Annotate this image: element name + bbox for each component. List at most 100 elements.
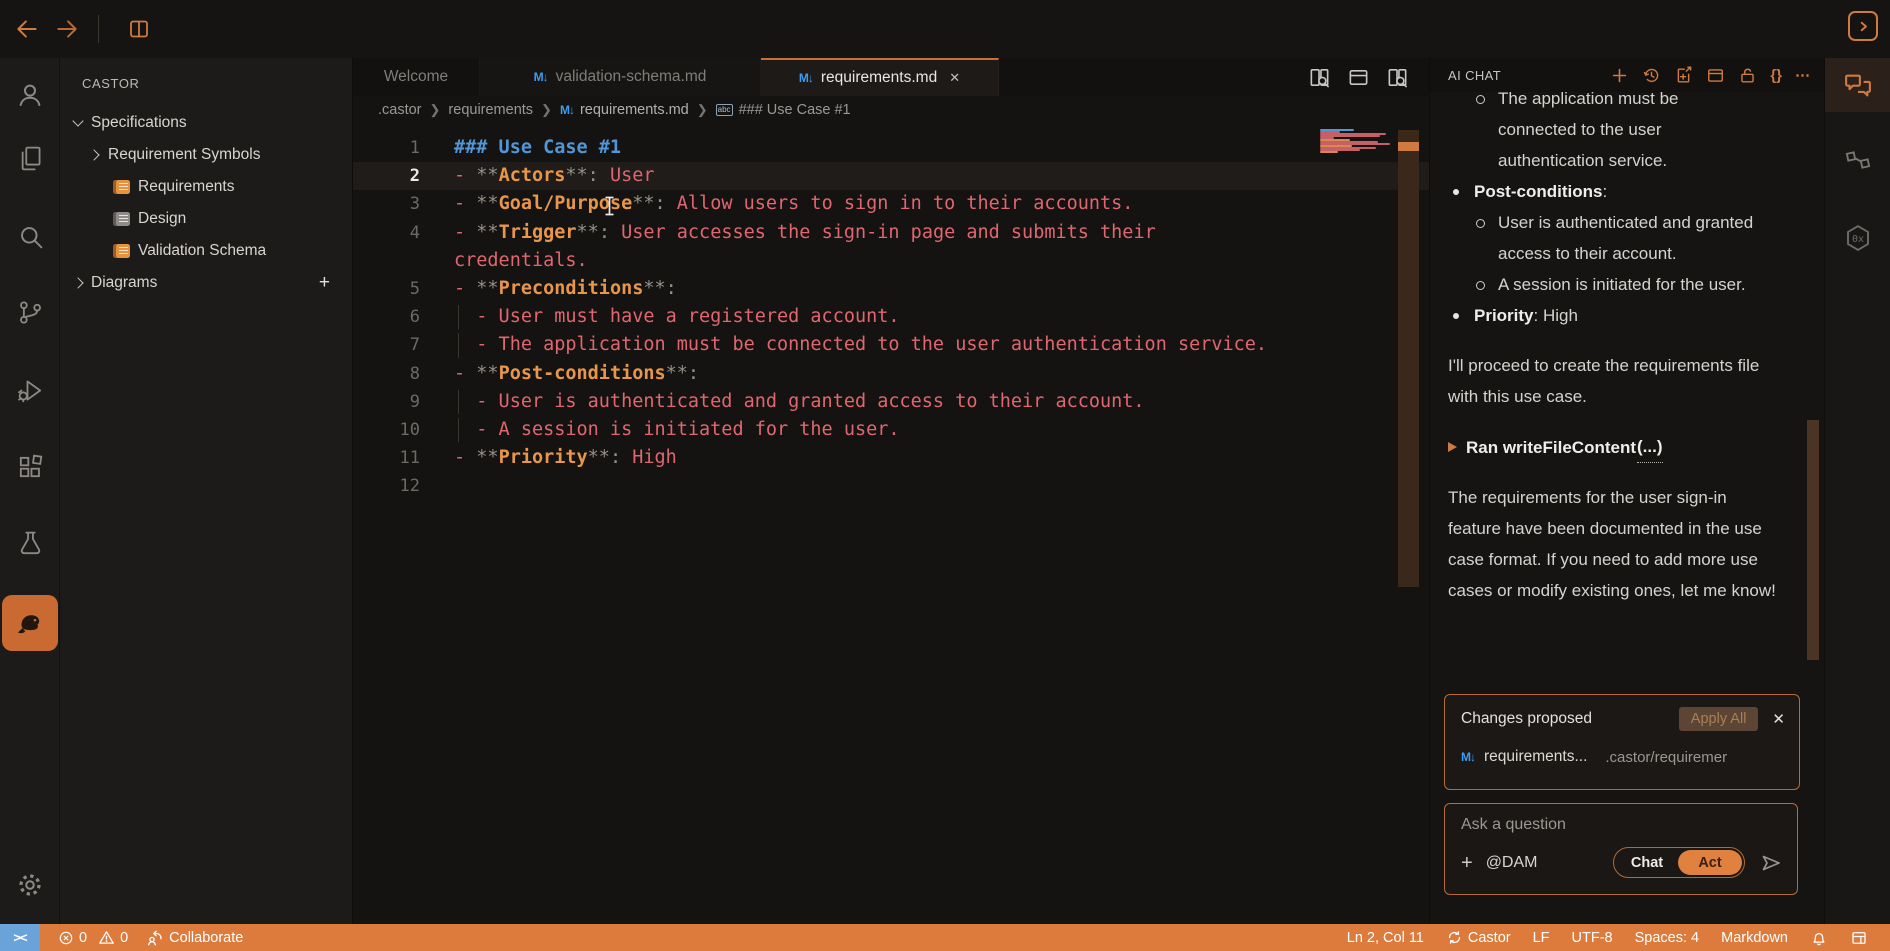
code-line[interactable]: 9 - User is authenticated and granted ac…: [353, 388, 1429, 416]
sync-icon: [1446, 929, 1463, 946]
layout-panel-icon[interactable]: [1706, 66, 1725, 85]
chat-scrollbar[interactable]: [1807, 420, 1819, 660]
code-line[interactable]: credentials.: [353, 247, 1429, 275]
changed-file-row[interactable]: M↓ requirements... .castor/requiremer: [1461, 748, 1785, 766]
back-arrow-icon[interactable]: [14, 16, 40, 42]
chat-act-toggle[interactable]: Chat Act: [1613, 847, 1745, 878]
layout-columns-icon[interactable]: [127, 17, 151, 41]
collaborate-icon: [146, 929, 164, 947]
tab-welcome[interactable]: Welcome: [353, 58, 480, 96]
workflow-icon[interactable]: [1825, 146, 1890, 174]
tree-item-specifications[interactable]: Specifications: [60, 107, 352, 139]
code-line[interactable]: 12: [353, 472, 1429, 500]
changed-file-name[interactable]: requirements...: [1484, 748, 1587, 766]
line-number: 5: [353, 275, 440, 303]
attach-plus-icon[interactable]: +: [1461, 853, 1473, 873]
encoding-indicator[interactable]: UTF-8: [1572, 930, 1613, 946]
account-icon[interactable]: [0, 80, 60, 110]
tree-item-validation-schema[interactable]: Validation Schema: [60, 235, 352, 267]
close-icon[interactable]: ✕: [1772, 710, 1785, 728]
breadcrumb-file[interactable]: M↓ requirements.md: [560, 102, 689, 118]
code-line[interactable]: 3- **Goal/Purpose**: Allow users to sign…: [353, 190, 1429, 218]
line-number: 9: [353, 388, 440, 416]
source-control-icon[interactable]: [0, 298, 60, 327]
chat-para: The requirements for the user sign-in fe…: [1448, 482, 1784, 606]
open-preview-side-icon[interactable]: [1386, 66, 1409, 89]
code-text: - **Actors**: User: [454, 162, 655, 190]
tree-item-diagrams[interactable]: Diagrams +: [60, 267, 352, 299]
settings-gear-icon[interactable]: [0, 870, 60, 900]
language-mode[interactable]: Markdown: [1721, 930, 1788, 946]
minimap[interactable]: [1320, 129, 1396, 153]
explorer-files-icon[interactable]: [0, 144, 60, 173]
problems-indicator[interactable]: 0 0: [58, 929, 128, 946]
line-number: 10: [353, 416, 440, 444]
breadcrumb-folder[interactable]: .castor: [378, 102, 422, 118]
chat-bubbles-icon[interactable]: [1825, 58, 1890, 112]
code-line[interactable]: 10 - A session is initiated for the user…: [353, 416, 1429, 444]
code-line[interactable]: 5 - **Preconditions**:: [353, 275, 1429, 303]
notifications-bell-icon[interactable]: [1810, 929, 1828, 947]
ai-chat-header: AI CHAT {} ⋯: [1430, 58, 1824, 92]
status-bar: >< 0 0 Collaborate Ln 2, Col 11 Castor L…: [0, 924, 1890, 951]
editor-scrollbar[interactable]: [1398, 130, 1419, 587]
cursor-position[interactable]: Ln 2, Col 11: [1347, 930, 1424, 946]
history-icon[interactable]: [1642, 66, 1661, 85]
code-line[interactable]: 11- **Priority**: High: [353, 444, 1429, 472]
forward-arrow-icon[interactable]: [54, 16, 80, 42]
chat-input-placeholder[interactable]: Ask a question: [1461, 816, 1783, 834]
code-line[interactable]: 1### Use Case #1: [353, 134, 1429, 162]
eol-indicator[interactable]: LF: [1533, 930, 1550, 946]
open-preview-icon[interactable]: [1308, 66, 1331, 89]
chat-tool[interactable]: Ran writeFileContent(...): [1448, 431, 1800, 463]
send-icon[interactable]: [1759, 851, 1783, 875]
panel-title: AI CHAT: [1448, 68, 1501, 83]
extensions-icon[interactable]: [0, 453, 60, 482]
code-line[interactable]: 4- **Trigger**: User accesses the sign-i…: [353, 219, 1429, 247]
remote-indicator[interactable]: ><: [0, 924, 40, 951]
run-debug-icon[interactable]: [0, 376, 60, 405]
tree-item-requirement-symbols[interactable]: Requirement Symbols: [60, 139, 352, 171]
close-tab-icon[interactable]: ✕: [949, 70, 960, 86]
castor-extension-icon[interactable]: [2, 595, 58, 651]
hex-0x-icon[interactable]: 0x: [1825, 223, 1890, 253]
chat-main: Post-conditions:: [1448, 176, 1800, 207]
sync-branch-item[interactable]: Castor: [1446, 929, 1511, 946]
mention-dam-button[interactable]: @DAM: [1486, 854, 1538, 872]
add-diagram-button[interactable]: +: [319, 272, 330, 294]
code-editor[interactable]: 1### Use Case #12- **Actors**: User3- **…: [353, 124, 1429, 924]
collaborate-button[interactable]: Collaborate: [146, 929, 243, 947]
chat-input-box[interactable]: Ask a question + @DAM Chat Act: [1444, 803, 1798, 895]
breadcrumb-symbol[interactable]: abc ### Use Case #1: [716, 102, 851, 118]
titlebar-divider: [98, 15, 99, 43]
tree-item-requirements[interactable]: Requirements: [60, 171, 352, 203]
split-editor-icon[interactable]: [1347, 66, 1370, 89]
tab-validation-schema[interactable]: M↓ validation-schema.md: [480, 58, 761, 96]
export-file-icon[interactable]: [1674, 66, 1693, 85]
code-line[interactable]: 2- **Actors**: User: [353, 162, 1429, 190]
code-line[interactable]: 7 - The application must be connected to…: [353, 331, 1429, 359]
mode-act-option[interactable]: Act: [1678, 850, 1742, 875]
testing-beaker-icon[interactable]: [0, 529, 60, 558]
tab-requirements-active[interactable]: M↓ requirements.md ✕: [761, 58, 999, 96]
tree-item-design[interactable]: Design: [60, 203, 352, 235]
mode-chat-option[interactable]: Chat: [1616, 855, 1678, 871]
more-actions-icon[interactable]: ⋯: [1795, 68, 1810, 83]
scrollbar-position-band: [1398, 142, 1419, 151]
code-text: - **Preconditions**:: [454, 275, 677, 303]
breadcrumb-folder[interactable]: requirements: [448, 102, 533, 118]
code-line[interactable]: 6 - User must have a registered account.: [353, 303, 1429, 331]
chat-para: I'll proceed to create the requirements …: [1448, 350, 1784, 412]
code-line[interactable]: 8- **Post-conditions**:: [353, 360, 1429, 388]
layout-panel-icon[interactable]: [1850, 929, 1868, 947]
chevron-right-icon: ❯: [541, 102, 552, 118]
braces-icon[interactable]: {}: [1770, 68, 1782, 83]
chat-message-area[interactable]: The application must be connected to the…: [1448, 92, 1800, 652]
panel-toggle-chevron-icon[interactable]: [1848, 11, 1878, 41]
search-icon[interactable]: [0, 222, 60, 251]
apply-all-button[interactable]: Apply All: [1679, 707, 1759, 731]
unlock-icon[interactable]: [1738, 66, 1757, 85]
line-number: 11: [353, 444, 440, 472]
new-chat-icon[interactable]: [1610, 66, 1629, 85]
indentation-indicator[interactable]: Spaces: 4: [1635, 930, 1700, 946]
